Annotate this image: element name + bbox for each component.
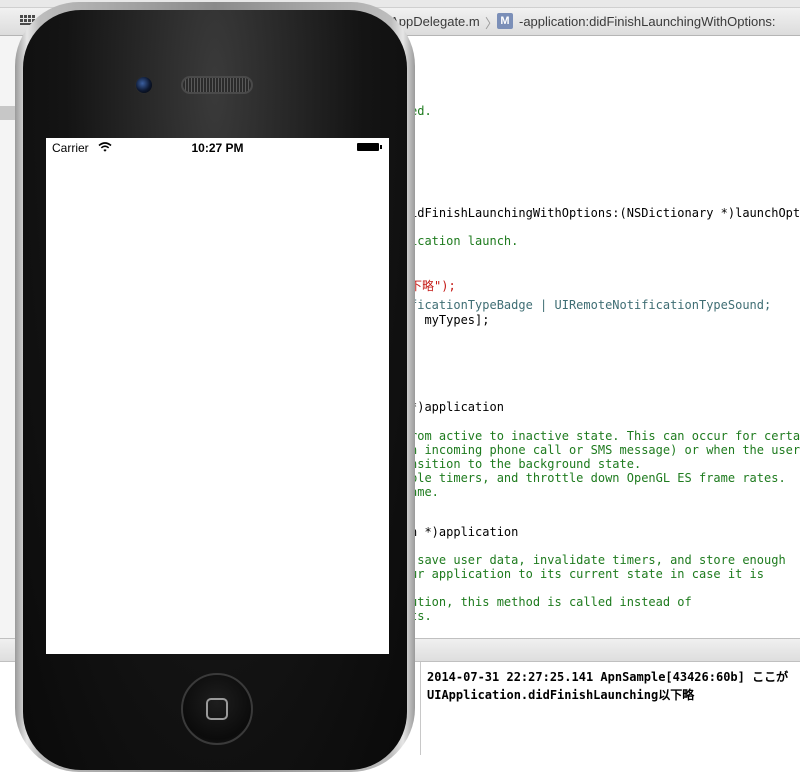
code-line[interactable]: n incoming phone call or SMS message) or… <box>410 443 800 457</box>
code-line[interactable]: rom active to inactive state. This can o… <box>410 429 800 443</box>
code-line[interactable]: nsition to the background state. <box>410 457 641 471</box>
code-line[interactable]: ficationTypeBadge | UIRemoteNotification… <box>410 298 771 312</box>
code-line[interactable]: n *)application <box>410 525 518 539</box>
code-line[interactable]: idFinishLaunchingWithOptions:(NSDictiona… <box>410 206 800 220</box>
console-line: UIApplication.didFinishLaunching以下略 <box>427 688 695 702</box>
console-output[interactable]: 2014-07-31 22:27:25.141 ApnSample[43426:… <box>421 662 800 755</box>
method-icon: M <box>497 13 513 29</box>
code-line[interactable]: ur application to its current state in c… <box>410 567 764 581</box>
simulator-screen[interactable]: Carrier 10:27 PM <box>46 138 389 654</box>
code-text: idFinishLaunchingWithOptions:(NSDictiona… <box>410 206 800 220</box>
breadcrumb-method[interactable]: -application:didFinishLaunchingWithOptio… <box>519 14 776 29</box>
code-line[interactable]: ication launch. <box>410 234 518 248</box>
home-button-icon[interactable] <box>181 673 253 745</box>
code-line[interactable]: ble timers, and throttle down OpenGL ES … <box>410 471 786 485</box>
code-line[interactable]: save user data, invalidate timers, and s… <box>410 553 785 567</box>
battery-tip <box>380 145 382 149</box>
speaker-grille <box>181 76 253 94</box>
battery-icon <box>357 143 379 151</box>
status-bar: Carrier 10:27 PM <box>46 138 389 158</box>
iphone-body: Carrier 10:27 PM <box>23 10 407 770</box>
code-line[interactable]: ution, this method is called instead of <box>410 595 692 609</box>
code-line[interactable]: : myTypes]; <box>410 313 489 327</box>
iphone-simulator: Carrier 10:27 PM <box>15 2 415 772</box>
console-line: 2014-07-31 22:27:25.141 ApnSample[43426:… <box>427 670 789 684</box>
status-time: 10:27 PM <box>191 141 244 155</box>
home-button-glyph <box>206 698 228 720</box>
code-line[interactable]: *)application <box>410 400 504 414</box>
camera-icon <box>135 76 153 94</box>
code-line[interactable]: 下略"); <box>410 279 456 293</box>
